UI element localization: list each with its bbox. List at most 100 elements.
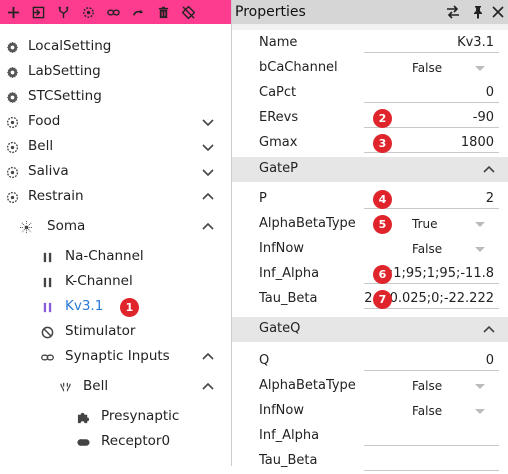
pause-icon — [40, 250, 54, 264]
section-header[interactable]: GateP — [232, 157, 508, 182]
property-row: Gmax 1800 3 — [232, 131, 508, 156]
dropdown-arrow-icon[interactable] — [475, 409, 485, 414]
property-dropdown[interactable]: False — [412, 404, 442, 418]
tree-item[interactable]: Synaptic Inputs — [0, 345, 231, 370]
tree-item[interactable]: Food — [0, 110, 231, 135]
property-label: AlphaBetaType — [259, 216, 356, 231]
property-row: ERevs -90 2 — [232, 106, 508, 131]
tree-item[interactable]: Receptor0 — [0, 430, 231, 455]
chevron-down-icon[interactable] — [200, 114, 216, 130]
section-title: GateP — [259, 161, 298, 176]
chevron-down-icon[interactable] — [200, 164, 216, 180]
plus-icon[interactable] — [5, 0, 22, 24]
chevron-up-icon[interactable] — [200, 379, 216, 395]
property-row: InfNow False — [232, 237, 508, 262]
property-label: bCaChannel — [259, 60, 338, 75]
disable-icon[interactable] — [180, 0, 197, 24]
tree-item[interactable]: Kv3.1 1 — [0, 295, 231, 320]
property-value[interactable]: 4;1;95;1;95;-11.8 — [381, 266, 494, 281]
tree-item-label: STCSetting — [28, 88, 102, 104]
pause-icon — [40, 300, 54, 314]
chevron-up-icon[interactable] — [481, 162, 497, 178]
property-dropdown[interactable]: False — [412, 379, 442, 393]
property-row: Inf_Alpha 4;1;95;1;95;-11.8 6 — [232, 262, 508, 287]
properties-titlebar: Properties — [232, 0, 508, 24]
dotted-circle-icon — [5, 190, 19, 204]
dropdown-arrow-icon[interactable] — [475, 66, 485, 71]
property-row: Tau_Beta 2;0;0.025;0;-22.222 7 — [232, 287, 508, 312]
property-row: AlphaBetaType True 5 — [232, 212, 508, 237]
property-label: Name — [259, 35, 298, 50]
property-dropdown[interactable]: False — [412, 61, 442, 75]
link-icon — [40, 350, 54, 364]
property-label: InfNow — [259, 403, 304, 418]
branch-icon[interactable] — [55, 0, 72, 24]
tree-item[interactable]: Restrain — [0, 185, 231, 210]
input-underline — [364, 370, 499, 371]
redo-icon[interactable] — [130, 0, 147, 24]
property-value[interactable]: 1800 — [461, 135, 494, 150]
property-row: InfNow False — [232, 399, 508, 424]
annotation-badge: 6 — [373, 265, 392, 284]
property-dropdown[interactable]: True — [412, 217, 438, 231]
gear-icon — [5, 65, 19, 79]
dotted-circle-icon — [5, 115, 19, 129]
tree-item[interactable]: LabSetting — [0, 60, 231, 85]
swap-icon[interactable] — [445, 4, 461, 20]
property-row: bCaChannel False — [232, 56, 508, 81]
section-header[interactable]: GateQ — [232, 317, 508, 342]
dropdown-arrow-icon[interactable] — [475, 247, 485, 252]
property-value[interactable]: Kv3.1 — [457, 35, 494, 50]
tree-item[interactable]: Na-Channel — [0, 245, 231, 270]
tree-item[interactable]: LocalSetting — [0, 35, 231, 60]
dotted-circle-icon — [5, 140, 19, 154]
property-value[interactable]: 0 — [486, 353, 494, 368]
annotation-badge: 5 — [373, 215, 392, 234]
tree-toolbar — [0, 0, 231, 24]
link-icon[interactable] — [105, 0, 122, 24]
dropdown-arrow-icon[interactable] — [475, 384, 485, 389]
chevron-up-icon[interactable] — [200, 219, 216, 235]
property-row: Tau_Beta — [232, 449, 508, 474]
property-row: Name Kv3.1 — [232, 31, 508, 56]
property-value[interactable]: -90 — [473, 110, 494, 125]
pause-icon — [40, 275, 54, 289]
input-underline — [364, 470, 499, 471]
dropdown-arrow-icon[interactable] — [475, 222, 485, 227]
input-underline — [364, 52, 499, 53]
puzzle-icon — [76, 410, 90, 424]
tree-item-label: Kv3.1 — [65, 298, 104, 314]
tree-item-label: Food — [28, 113, 61, 129]
tree-item[interactable]: Bell — [0, 135, 231, 160]
tree-panel: LocalSetting LabSetting STCSetting Food Bell… — [0, 0, 231, 466]
chevron-down-icon[interactable] — [200, 139, 216, 155]
close-icon[interactable] — [490, 4, 506, 20]
tree-item[interactable]: Bell — [0, 375, 231, 400]
property-value[interactable]: 2 — [486, 191, 494, 206]
tree-item-label: Bell — [28, 138, 54, 154]
property-value[interactable]: 0 — [486, 85, 494, 100]
tree-item-label: Saliva — [28, 163, 69, 179]
chevron-up-icon[interactable] — [481, 322, 497, 338]
tree-item[interactable]: Stimulator — [0, 320, 231, 345]
target-icon[interactable] — [80, 0, 97, 24]
import-icon[interactable] — [30, 0, 47, 24]
property-label: Tau_Beta — [259, 291, 318, 306]
toggle-icon — [76, 435, 90, 449]
input-underline — [364, 102, 499, 103]
property-dropdown[interactable]: False — [412, 242, 442, 256]
pin-icon[interactable] — [470, 4, 486, 20]
trash-icon[interactable] — [155, 0, 172, 24]
tree-item[interactable]: Presynaptic — [0, 405, 231, 430]
chevron-up-icon[interactable] — [200, 189, 216, 205]
tree-item[interactable]: Soma — [0, 215, 231, 240]
tree-item[interactable]: Saliva — [0, 160, 231, 185]
property-label: InfNow — [259, 241, 304, 256]
chevron-up-icon[interactable] — [200, 349, 216, 365]
input-underline — [364, 445, 499, 446]
tree-item[interactable]: STCSetting — [0, 85, 231, 110]
tree-item-label: LocalSetting — [28, 38, 112, 54]
synapse-icon — [58, 380, 72, 394]
divider — [232, 24, 508, 30]
tree-item[interactable]: K-Channel — [0, 270, 231, 295]
